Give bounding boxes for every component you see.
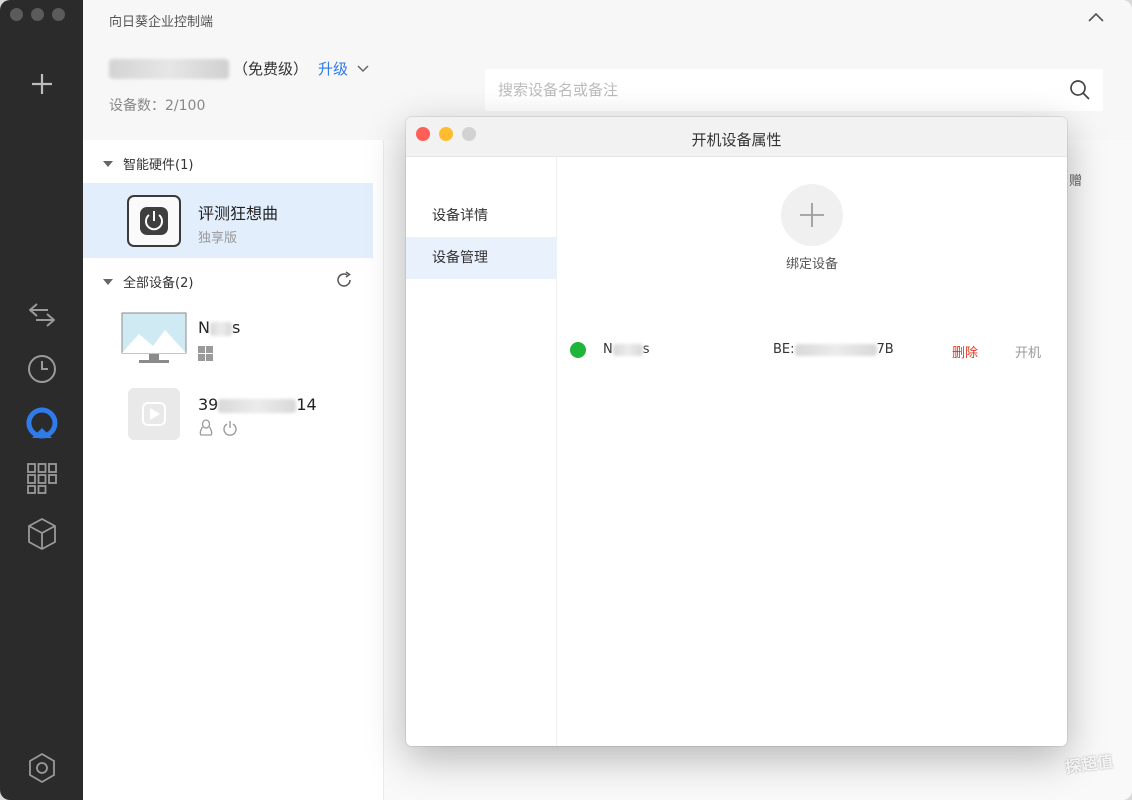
chevron-down-icon[interactable] xyxy=(356,62,370,76)
search-input[interactable] xyxy=(498,81,1058,99)
switch-arrows-icon xyxy=(28,303,55,327)
refresh-icon[interactable] xyxy=(335,271,353,289)
device-name: Ns xyxy=(198,318,241,337)
remote-device-icon xyxy=(128,388,180,440)
online-status-dot xyxy=(570,342,586,358)
rail-remote-control[interactable] xyxy=(0,298,83,332)
plus-icon xyxy=(800,203,824,227)
settings-hexagon-icon xyxy=(28,752,55,784)
device-item-selected[interactable]: 评测狂想曲 独享版 xyxy=(83,183,373,258)
tab-device-management[interactable]: 设备管理 xyxy=(406,237,557,279)
device-list: 智能硬件(1) 评测狂想曲 独享版 全部设备(2) N s 39 14 xyxy=(83,140,383,800)
app-window: 向日葵企业控制端 （免费级） 升级 设备数：2/100 智能硬件(1 xyxy=(0,0,1132,800)
windows-icon xyxy=(198,346,213,361)
linux-icon xyxy=(199,419,213,436)
sunlogin-logo-icon xyxy=(25,407,57,439)
caret-down-icon xyxy=(103,278,113,285)
gift-text[interactable]: 赠 xyxy=(1069,170,1082,189)
left-rail xyxy=(0,0,83,800)
window-controls xyxy=(10,8,65,21)
rail-hardware[interactable] xyxy=(0,515,83,553)
cube-icon xyxy=(27,518,56,550)
bound-device-mac: BE: 7B xyxy=(773,342,894,357)
watermark: 探超值 xyxy=(1064,751,1115,777)
grid-icon xyxy=(26,463,57,494)
bound-device-row: Ns BE: 7B 删除 开机 xyxy=(558,337,1067,361)
group-label: 全部设备(2) xyxy=(123,276,194,291)
device-count: 设备数：2/100 xyxy=(109,98,206,114)
search-box xyxy=(485,69,1103,111)
group-label: 智能硬件(1) xyxy=(123,158,194,173)
dialog-sidebar: 设备详情 设备管理 xyxy=(406,157,557,746)
bound-device-name: Ns xyxy=(603,342,650,357)
chevron-up-icon[interactable] xyxy=(1086,8,1106,28)
add-button[interactable] xyxy=(0,66,83,102)
device-name: 评测狂想曲 xyxy=(198,204,279,223)
clock-icon xyxy=(27,355,56,383)
caret-down-icon xyxy=(103,160,113,167)
close-window-button[interactable] xyxy=(10,8,23,21)
dialog-title: 开机设备属性 xyxy=(691,131,782,149)
power-on-button[interactable]: 开机 xyxy=(1015,342,1041,361)
bind-device-label: 绑定设备 xyxy=(785,257,838,272)
zoom-window-button[interactable] xyxy=(52,8,65,21)
device-item-linux[interactable]: 39 14 xyxy=(83,382,373,457)
search-icon[interactable] xyxy=(1069,79,1091,101)
minimize-window-button[interactable] xyxy=(31,8,44,21)
rail-devices[interactable] xyxy=(0,404,83,444)
app-title: 向日葵企业控制端 xyxy=(109,15,214,30)
device-item-windows[interactable]: Ns xyxy=(83,305,373,380)
rail-settings[interactable] xyxy=(0,750,83,786)
tab-device-details[interactable]: 设备详情 xyxy=(406,195,557,237)
account-row: （免费级） 升级 xyxy=(109,58,370,79)
plus-icon xyxy=(31,74,52,94)
group-smart-hardware[interactable]: 智能硬件(1) xyxy=(103,154,193,173)
monitor-icon xyxy=(121,312,187,363)
device-properties-dialog: 开机设备属性 设备详情 设备管理 绑定设备 Ns BE: 7B 删除 开机 xyxy=(406,117,1067,746)
group-all-devices[interactable]: 全部设备(2) xyxy=(103,272,193,291)
rail-apps[interactable] xyxy=(0,460,83,496)
dialog-body: 绑定设备 Ns BE: 7B 删除 开机 xyxy=(558,157,1067,746)
device-edition: 独享版 xyxy=(198,231,238,246)
bind-device-button[interactable] xyxy=(781,184,843,246)
upgrade-link[interactable]: 升级 xyxy=(318,58,348,79)
power-device-icon xyxy=(127,195,181,247)
power-icon[interactable] xyxy=(222,420,238,436)
device-name: 39 14 xyxy=(198,395,317,414)
account-name-redacted xyxy=(109,58,229,79)
dialog-titlebar: 开机设备属性 xyxy=(406,117,1067,157)
account-level: （免费级） xyxy=(233,60,309,78)
rail-history[interactable] xyxy=(0,352,83,386)
delete-button[interactable]: 删除 xyxy=(952,342,978,361)
